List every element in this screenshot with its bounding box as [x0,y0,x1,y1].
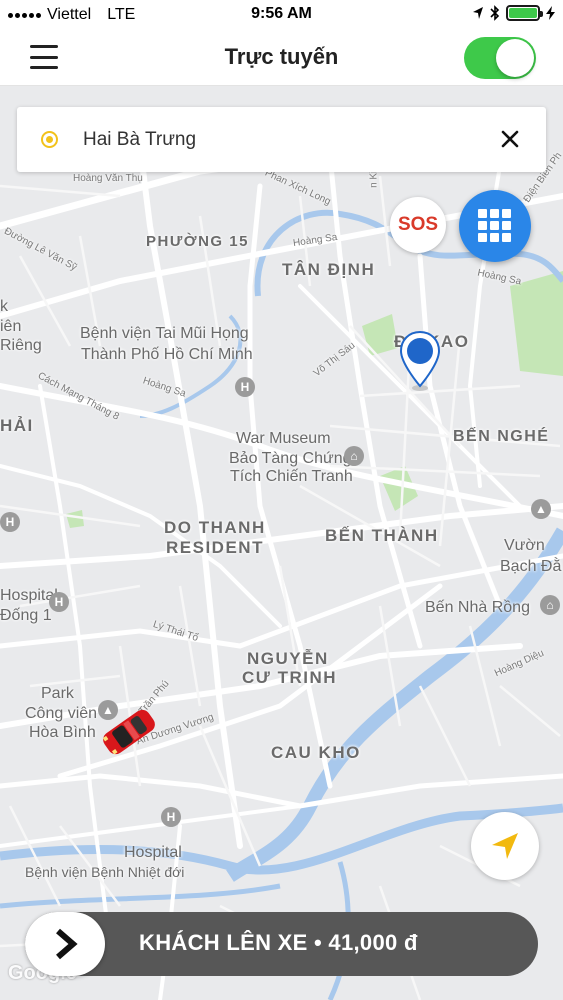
chevron-right-icon [56,928,78,960]
status-bar: Viettel LTE 9:56 AM [0,0,563,30]
park-poi-icon: ▲ [531,499,551,519]
grid-menu-button[interactable] [459,190,531,262]
district-label: CAU KHO [271,743,361,762]
place-label: War Museum [236,430,331,447]
locate-button[interactable] [471,812,539,880]
place-label: Riêng [0,337,42,354]
hospital-poi-icon: H [0,512,20,532]
battery-level [509,8,537,18]
district-label: PHƯỜNG 15 [146,233,249,250]
place-label: Đống 1 [0,607,52,624]
toggle-knob [496,39,534,77]
battery-icon [506,5,543,21]
district-label: CƯ TRINH [242,668,338,687]
district-label: BẾN NGHÉ [453,428,550,445]
place-label: Bảo Tàng Chứng [229,450,352,467]
destination-pin-icon [399,330,441,391]
action-label: KHÁCH LÊN XE • 41,000 đ [139,930,418,955]
location-arrow-icon [473,7,483,19]
place-label: Bệnh viện Tai Mũi Họng [80,325,249,342]
car-icon [102,709,155,755]
pickup-confirm-button[interactable]: KHÁCH LÊN XE • 41,000 đ [25,912,538,976]
slider-handle[interactable] [25,912,105,976]
location-dot-icon [41,131,58,148]
place-label: iên [0,318,22,335]
place-label: Công viên [25,705,98,722]
sos-button[interactable]: SOS [390,197,446,253]
place-label: Tích Chiến Tranh [230,468,353,485]
online-toggle[interactable] [464,37,536,79]
place-label: Thành Phố Hồ Chí Minh [81,346,253,363]
place-label: Vườn [504,537,545,554]
search-value[interactable]: Hai Bà Trưng [83,129,196,151]
district-label: RESIDENT [166,538,264,557]
app-header: Trực tuyến [0,30,563,86]
museum-poi-icon: ⌂ [344,446,364,466]
museum-poi-icon: ⌂ [540,595,560,615]
place-label: k [0,298,8,315]
district-label: TÂN ĐỊNH [282,260,376,279]
street-label: Hoàng Văn Thụ [73,173,143,184]
status-right [472,5,555,21]
navigation-arrow-icon [492,833,518,859]
bluetooth-icon [490,5,500,21]
search-box[interactable]: Hai Bà Trưng [17,107,546,172]
district-label: DO THANH [164,518,266,537]
district-label: NGUYỄN [247,649,329,668]
close-icon[interactable] [496,125,524,153]
place-label: Bến Nhà Rồng [425,599,530,616]
district-label: BẾN THÀNH [325,526,439,545]
hospital-poi-icon: H [235,377,255,397]
place-label: Hospital [124,844,182,861]
district-label: HẢI [0,416,34,435]
place-label: Park [41,685,74,702]
grid-icon [478,209,512,243]
place-label: Bạch Đằ [500,558,562,575]
charging-icon [546,6,555,20]
place-label: Bệnh viện Bệnh Nhiệt đới [25,864,185,880]
hospital-poi-icon: H [49,592,69,612]
hospital-poi-icon: H [161,807,181,827]
place-label: Hòa Bình [29,724,96,741]
